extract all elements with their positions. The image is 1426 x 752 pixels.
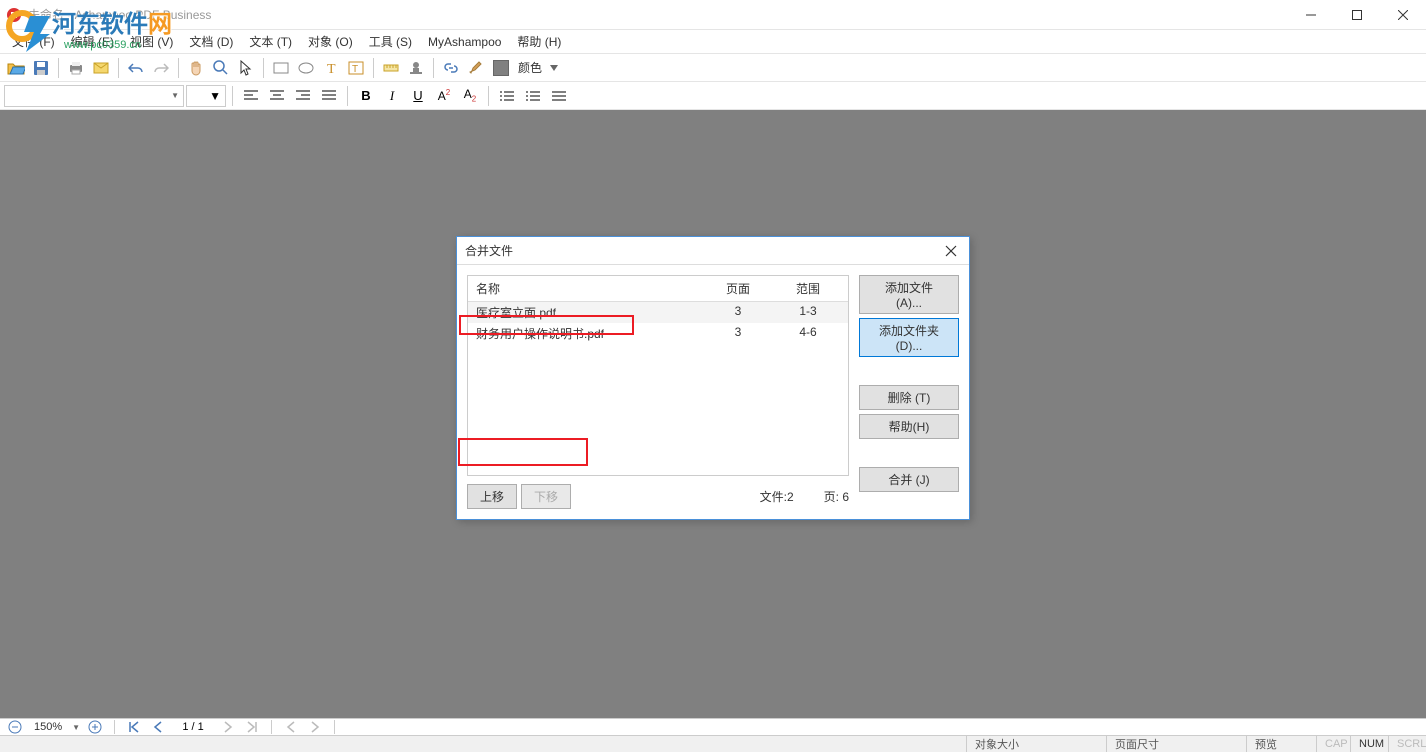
list-icon[interactable] bbox=[495, 85, 519, 107]
zoom-level[interactable]: 150% bbox=[30, 721, 66, 733]
status-cap: CAP bbox=[1316, 736, 1350, 752]
minimize-button[interactable] bbox=[1288, 0, 1334, 30]
svg-text:T: T bbox=[327, 62, 336, 75]
menu-text[interactable]: 文本 (T) bbox=[241, 30, 300, 53]
dialog-title: 合并文件 bbox=[465, 242, 513, 259]
list3-icon[interactable] bbox=[547, 85, 571, 107]
status-bar: 对象大小 页面尺寸 预览 CAP NUM SCRL bbox=[0, 735, 1426, 752]
table-row[interactable]: 财务用户操作说明书.pdf 3 4-6 bbox=[468, 323, 848, 344]
zoom-icon[interactable] bbox=[209, 57, 233, 79]
menu-view[interactable]: 视图 (V) bbox=[122, 30, 181, 53]
menu-bar: 文件 (F) 编辑 (E) 视图 (V) 文档 (D) 文本 (T) 对象 (O… bbox=[0, 30, 1426, 54]
merge-files-dialog: 合并文件 名称 页面 范围 医疗室立面.pdf 3 1-3 财务用户操作说明书.… bbox=[456, 236, 970, 520]
title-bar: 未命名 - Ashampoo PDF Business bbox=[0, 0, 1426, 30]
back-view-icon[interactable] bbox=[282, 719, 300, 735]
status-num: NUM bbox=[1350, 736, 1388, 752]
text-icon[interactable]: T bbox=[319, 57, 343, 79]
brush-icon[interactable] bbox=[464, 57, 488, 79]
rect-icon[interactable] bbox=[269, 57, 293, 79]
status-page-size: 页面尺寸 bbox=[1106, 736, 1246, 752]
align-right-icon[interactable] bbox=[291, 85, 315, 107]
font-family-select[interactable]: ▼ bbox=[4, 85, 184, 107]
bold-icon[interactable]: B bbox=[354, 85, 378, 107]
link-icon[interactable] bbox=[439, 57, 463, 79]
delete-button[interactable]: 删除 (T) bbox=[859, 385, 959, 410]
dialog-titlebar: 合并文件 bbox=[457, 237, 969, 265]
textbox-icon[interactable]: T bbox=[344, 57, 368, 79]
email-icon[interactable] bbox=[89, 57, 113, 79]
toolbar-format: ▼ ▼ B I U A2 A2 bbox=[0, 82, 1426, 110]
close-button[interactable] bbox=[1380, 0, 1426, 30]
list2-icon[interactable] bbox=[521, 85, 545, 107]
help-button[interactable]: 帮助(H) bbox=[859, 414, 959, 439]
zoom-out-icon[interactable] bbox=[6, 719, 24, 735]
first-page-icon[interactable] bbox=[125, 719, 143, 735]
next-page-icon[interactable] bbox=[219, 719, 237, 735]
zoom-in-icon[interactable] bbox=[86, 719, 104, 735]
pointer-icon[interactable] bbox=[234, 57, 258, 79]
window-title: 未命名 - Ashampoo PDF Business bbox=[28, 6, 211, 23]
app-icon bbox=[6, 7, 22, 23]
file-list-table[interactable]: 名称 页面 范围 医疗室立面.pdf 3 1-3 财务用户操作说明书.pdf 3… bbox=[467, 275, 849, 476]
page-count: 页: 6 bbox=[824, 488, 849, 505]
table-row[interactable]: 医疗室立面.pdf 3 1-3 bbox=[468, 302, 848, 323]
align-center-icon[interactable] bbox=[265, 85, 289, 107]
menu-object[interactable]: 对象 (O) bbox=[300, 30, 361, 53]
page-indicator[interactable]: 1 / 1 bbox=[173, 721, 213, 733]
page-nav-bar: 150% ▼ 1 / 1 bbox=[0, 718, 1426, 735]
last-page-icon[interactable] bbox=[243, 719, 261, 735]
merge-button[interactable]: 合并 (J) bbox=[859, 467, 959, 492]
col-header-pages[interactable]: 页面 bbox=[708, 276, 768, 301]
hand-icon[interactable] bbox=[184, 57, 208, 79]
add-file-button[interactable]: 添加文件 (A)... bbox=[859, 275, 959, 314]
move-up-button[interactable]: 上移 bbox=[467, 484, 517, 509]
move-down-button[interactable]: 下移 bbox=[521, 484, 571, 509]
menu-tools[interactable]: 工具 (S) bbox=[361, 30, 420, 53]
subscript-icon[interactable]: A2 bbox=[458, 85, 482, 107]
open-icon[interactable] bbox=[4, 57, 28, 79]
align-justify-icon[interactable] bbox=[317, 85, 341, 107]
status-preview: 预览 bbox=[1246, 736, 1316, 752]
font-size-select[interactable]: ▼ bbox=[186, 85, 226, 107]
redo-icon[interactable] bbox=[149, 57, 173, 79]
underline-icon[interactable]: U bbox=[406, 85, 430, 107]
menu-myashampoo[interactable]: MyAshampoo bbox=[420, 32, 509, 52]
status-object-size: 对象大小 bbox=[966, 736, 1106, 752]
ruler-icon[interactable] bbox=[379, 57, 403, 79]
color-label: 颜色 bbox=[514, 59, 546, 76]
col-header-range[interactable]: 范围 bbox=[768, 276, 848, 301]
save-icon[interactable] bbox=[29, 57, 53, 79]
prev-page-icon[interactable] bbox=[149, 719, 167, 735]
italic-icon[interactable]: I bbox=[380, 85, 404, 107]
svg-text:T: T bbox=[352, 64, 358, 75]
undo-icon[interactable] bbox=[124, 57, 148, 79]
col-header-name[interactable]: 名称 bbox=[468, 276, 708, 301]
menu-file[interactable]: 文件 (F) bbox=[4, 30, 63, 53]
align-left-icon[interactable] bbox=[239, 85, 263, 107]
dialog-close-button[interactable] bbox=[941, 241, 961, 261]
menu-edit[interactable]: 编辑 (E) bbox=[63, 30, 122, 53]
toolbar-main: T T 颜色 bbox=[0, 54, 1426, 82]
color-dropdown-icon[interactable] bbox=[547, 57, 561, 79]
file-count: 文件:2 bbox=[760, 488, 794, 505]
status-scrl: SCRL bbox=[1388, 736, 1426, 752]
stamp-icon[interactable] bbox=[404, 57, 428, 79]
maximize-button[interactable] bbox=[1334, 0, 1380, 30]
color-swatch[interactable] bbox=[489, 57, 513, 79]
menu-document[interactable]: 文档 (D) bbox=[181, 30, 241, 53]
menu-help[interactable]: 帮助 (H) bbox=[509, 30, 569, 53]
forward-view-icon[interactable] bbox=[306, 719, 324, 735]
ellipse-icon[interactable] bbox=[294, 57, 318, 79]
print-icon[interactable] bbox=[64, 57, 88, 79]
superscript-icon[interactable]: A2 bbox=[432, 85, 456, 107]
add-folder-button[interactable]: 添加文件夹 (D)... bbox=[859, 318, 959, 357]
